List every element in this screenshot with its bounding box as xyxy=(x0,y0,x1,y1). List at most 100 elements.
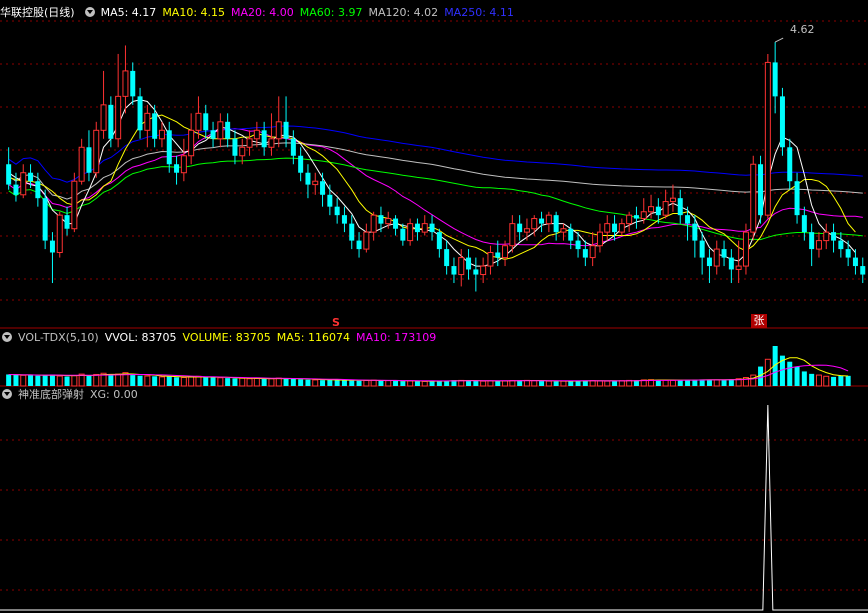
candle-body xyxy=(860,266,866,275)
volume-bar xyxy=(349,380,355,386)
candle-body xyxy=(618,223,625,233)
candle-body xyxy=(502,245,509,259)
volume-bar xyxy=(604,380,611,387)
candle-body xyxy=(385,218,392,225)
volume-bar xyxy=(35,375,41,386)
candle-body xyxy=(692,223,698,241)
volume-bar xyxy=(523,379,530,387)
candle-body xyxy=(86,147,92,173)
volume-bar xyxy=(195,375,202,387)
candle-body xyxy=(677,198,683,216)
volume-bar xyxy=(86,375,92,386)
indicator-name: 神准底部弹射 xyxy=(18,388,84,401)
candle-body xyxy=(290,138,296,156)
ma250-line xyxy=(8,125,863,183)
candle-body xyxy=(100,104,107,131)
volume-bar xyxy=(334,380,340,386)
volume-bar xyxy=(13,374,19,386)
volume-bar xyxy=(545,380,552,387)
volume-bar xyxy=(495,380,501,386)
candle-body xyxy=(582,249,588,258)
volume-bar xyxy=(93,373,100,387)
volume-bar xyxy=(42,375,48,386)
vol-indicator-name: VOL-TDX(5,10) xyxy=(18,331,99,344)
candle-body xyxy=(130,70,136,97)
chevron-down-icon[interactable] xyxy=(2,332,12,342)
volume-bar xyxy=(662,379,669,387)
volume-label: VOLUME: 83705 xyxy=(182,331,271,344)
xg-label: XG: 0.00 xyxy=(90,388,138,401)
volume-bar xyxy=(801,371,807,386)
volume-bar xyxy=(298,379,304,386)
candle-body xyxy=(122,70,129,97)
candle-body xyxy=(20,172,27,196)
candle-body xyxy=(137,96,143,131)
ma60-label: MA60: 3.97 xyxy=(299,6,363,19)
volume-bar xyxy=(327,379,333,386)
volume-bar xyxy=(232,378,238,386)
ma20-label: MA20: 4.00 xyxy=(231,6,294,19)
candle-body xyxy=(370,214,377,233)
candle-body xyxy=(838,240,844,250)
volume-bar xyxy=(137,375,143,386)
volume-bar xyxy=(750,374,757,387)
candle-body xyxy=(166,130,172,165)
candle-body xyxy=(174,164,180,173)
candle-body xyxy=(823,231,830,242)
candle-body xyxy=(794,181,800,216)
volume-bar xyxy=(217,377,224,387)
candle-body xyxy=(275,121,282,140)
candle-body xyxy=(473,269,479,275)
candle-body xyxy=(655,206,661,216)
candle-body xyxy=(356,240,362,250)
candle-body xyxy=(78,146,85,182)
zhang-marker: 张 xyxy=(751,314,767,328)
candle-body xyxy=(349,223,355,241)
volume-bar xyxy=(378,380,384,386)
volume-bar xyxy=(268,378,275,387)
candle-body xyxy=(93,129,100,174)
volume-bar xyxy=(115,373,122,387)
volume-bar xyxy=(261,378,267,386)
candle-body xyxy=(246,138,253,148)
chart-canvas xyxy=(0,20,868,611)
candle-body xyxy=(261,130,267,148)
candle-body xyxy=(225,121,231,139)
candle-body xyxy=(742,231,749,267)
candle-body xyxy=(553,215,559,233)
candle-body xyxy=(487,251,494,267)
volume-bar xyxy=(794,366,800,386)
volume-bar xyxy=(239,377,246,387)
candle-body xyxy=(28,172,34,182)
candle-body xyxy=(451,266,457,275)
candle-body xyxy=(341,215,347,224)
volume-bar xyxy=(787,361,793,386)
candle-body xyxy=(64,215,70,229)
candle-body xyxy=(568,228,574,241)
candle-body xyxy=(706,257,712,267)
candle-body xyxy=(517,223,523,233)
chevron-down-icon[interactable] xyxy=(84,7,95,17)
candle-body xyxy=(13,184,19,195)
volume-bar xyxy=(188,376,195,387)
volume-bar xyxy=(108,374,114,386)
volume-bar xyxy=(692,379,698,386)
volume-bar xyxy=(473,380,479,386)
volume-bar xyxy=(312,379,319,387)
candle-body xyxy=(298,155,304,173)
candle-body xyxy=(378,215,384,224)
candle-body xyxy=(49,240,55,253)
volume-bar xyxy=(568,380,574,386)
ma250-label: MA250: 4.11 xyxy=(444,6,514,19)
volume-bar xyxy=(407,380,414,387)
ma10-label: MA10: 4.15 xyxy=(162,6,226,19)
candle-body xyxy=(662,201,669,216)
high-price-label: 4.62 xyxy=(790,23,815,36)
candle-body xyxy=(414,223,420,233)
chevron-down-icon[interactable] xyxy=(2,389,12,399)
high-marker-line xyxy=(774,37,784,43)
volume-bar xyxy=(553,381,559,386)
candle-body xyxy=(735,265,742,270)
volume-bar xyxy=(6,374,12,386)
volume-bar xyxy=(596,380,603,387)
